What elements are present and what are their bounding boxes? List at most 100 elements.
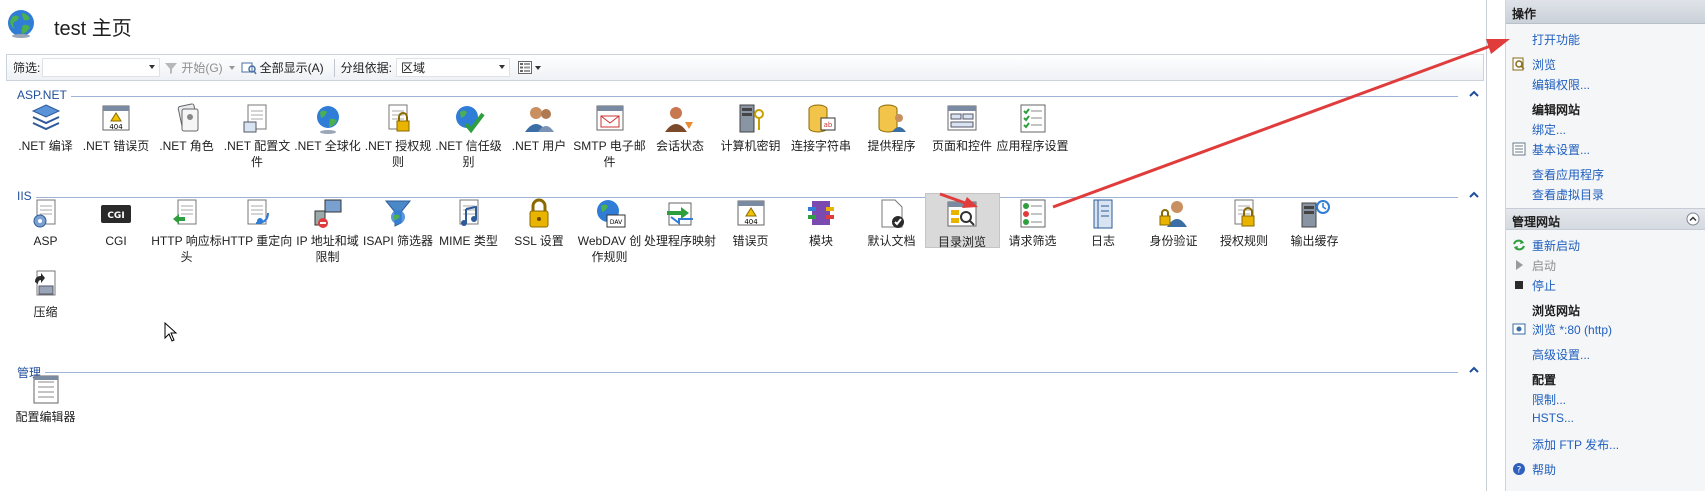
chevron-down-icon[interactable]: [228, 65, 235, 70]
feature-iis-12[interactable]: 默认文档: [854, 193, 929, 281]
collapse-icon[interactable]: [1686, 212, 1700, 226]
stop-link[interactable]: 停止: [1532, 277, 1556, 294]
feature-aspnet-10[interactable]: 计算机密钥: [713, 98, 788, 186]
users-icon: [525, 107, 554, 132]
globe-icon: [316, 106, 339, 134]
feature-label: .NET 角色: [159, 139, 214, 153]
manage-site-section[interactable]: 管理网站: [1506, 208, 1705, 230]
feature-aspnet-14[interactable]: 应用程序设置: [995, 98, 1070, 186]
basic-settings-link[interactable]: 基本设置...: [1532, 141, 1590, 158]
start-label: 开始(G): [181, 61, 223, 75]
advanced-settings-link[interactable]: 高级设置...: [1532, 346, 1590, 363]
feature-iis-5[interactable]: ISAPI 筛选器: [361, 193, 436, 281]
feature-aspnet-7[interactable]: .NET 用户: [502, 98, 577, 186]
redirect-icon: [247, 199, 269, 225]
chevron-up-icon[interactable]: [1468, 364, 1480, 376]
hsts-link[interactable]: HSTS...: [1532, 411, 1574, 425]
browse-port80-link[interactable]: 浏览 *:80 (http): [1532, 321, 1612, 338]
feature-aspnet-2[interactable]: .NET 角色: [149, 98, 224, 186]
view-icon: [518, 61, 533, 74]
feature-label: 计算机密钥: [720, 139, 781, 153]
actions-title: 操作: [1506, 0, 1705, 24]
lock-page-icon: [388, 104, 410, 132]
feature-label: 模块: [808, 234, 833, 248]
main-panel: test 主页 筛选: 开始(G) 全部显示(A) 分组依据: 区域 ASP.N…: [0, 0, 1487, 491]
toolbar-divider: [333, 58, 335, 77]
authorization-icon: [1234, 199, 1255, 227]
default-doc-icon: [881, 199, 904, 228]
settings-page-icon: [1512, 142, 1526, 156]
bindings-link[interactable]: 绑定...: [1532, 121, 1566, 138]
feature-aspnet-8[interactable]: SMTP 电子邮件: [572, 98, 647, 186]
start-link: 启动: [1532, 259, 1557, 273]
help-link[interactable]: 帮助: [1532, 461, 1556, 478]
show-all-button[interactable]: 全部显示(A): [237, 57, 328, 78]
view-virtual-dirs-link[interactable]: 查看虚拟目录: [1532, 186, 1604, 203]
view-applications-link[interactable]: 查看应用程序: [1532, 166, 1604, 183]
svg-text:DAV: DAV: [609, 219, 622, 226]
feature-iis-8[interactable]: DAV WebDAV 创作规则: [572, 193, 647, 281]
actions-pane: 操作 打开功能 浏览 编辑权限... 编辑网站 绑定... 基本设置... 查看…: [1505, 0, 1705, 491]
feature-iis-16[interactable]: 身份验证: [1136, 193, 1211, 281]
feature-label: 压缩: [33, 305, 58, 319]
compression-icon: [34, 270, 55, 296]
feature-aspnet-11[interactable]: ab 连接字符串: [784, 98, 859, 186]
edit-permissions-link[interactable]: 编辑权限...: [1532, 76, 1590, 93]
add-ftp-link[interactable]: 添加 FTP 发布...: [1532, 436, 1619, 453]
lock-icon: [529, 198, 549, 228]
feature-iis-18[interactable]: 输出缓存: [1277, 193, 1352, 281]
feature-aspnet-12[interactable]: 提供程序: [854, 98, 929, 186]
feature-iis-17[interactable]: 授权规则: [1207, 193, 1282, 281]
feature-label: .NET 用户: [511, 139, 567, 153]
feature-aspnet-3[interactable]: .NET 配置文件: [220, 98, 295, 186]
help-icon: ?: [1513, 463, 1525, 476]
email-icon: [596, 105, 623, 131]
group-by-select[interactable]: 区域: [396, 58, 511, 77]
feature-iis-1[interactable]: CGI CGI: [79, 193, 154, 281]
feature-iis-13[interactable]: 目录浏览: [924, 193, 1000, 249]
feature-aspnet-5[interactable]: .NET 授权规则: [361, 98, 436, 186]
feature-label: 配置编辑器: [15, 410, 76, 424]
feature-aspnet-9[interactable]: 会话状态: [643, 98, 718, 186]
open-feature-link[interactable]: 打开功能: [1532, 31, 1580, 48]
view-mode-button[interactable]: [514, 57, 545, 78]
chevron-up-icon[interactable]: [1468, 189, 1480, 201]
feature-label: ISAPI 筛选器: [362, 234, 433, 248]
feature-label: IP 地址和域限制: [296, 234, 359, 264]
feature-aspnet-6[interactable]: .NET 信任级别: [431, 98, 506, 186]
filter-label: 筛选:: [13, 61, 41, 75]
feature-aspnet-1[interactable]: 404 .NET 错误页: [79, 98, 154, 186]
feature-iis-9[interactable]: 处理程序映射: [643, 193, 718, 281]
feature-aspnet-4[interactable]: .NET 全球化: [290, 98, 365, 186]
feature-iis-6[interactable]: MIME 类型: [431, 193, 506, 281]
restart-link[interactable]: 重新启动: [1532, 237, 1580, 254]
browse-link[interactable]: 浏览: [1532, 56, 1556, 73]
trust-globe-icon: [455, 106, 485, 134]
group-by-label: 分组依据:: [340, 61, 393, 75]
iis-manager-window: test 主页 筛选: 开始(G) 全部显示(A) 分组依据: 区域 ASP.N…: [0, 0, 1705, 491]
section-manage[interactable]: 管理: [17, 364, 1480, 381]
filter-input[interactable]: [42, 58, 161, 77]
session-icon: [665, 107, 693, 132]
feature-label: 应用程序设置: [996, 139, 1069, 153]
feature-iis-10[interactable]: 404 错误页: [713, 193, 788, 281]
feature-aspnet-0[interactable]: .NET 编译: [8, 98, 83, 186]
feature-label: .NET 全球化: [294, 139, 361, 153]
chevron-up-icon[interactable]: [1468, 88, 1480, 100]
feature-iis-3[interactable]: HTTP 重定向: [220, 193, 295, 281]
handler-icon: [667, 202, 693, 226]
feature-iis-4[interactable]: IP 地址和域限制: [290, 193, 365, 281]
feature-iis-11[interactable]: 模块: [784, 193, 859, 281]
browse-site-heading: 浏览网站: [1532, 304, 1581, 318]
feature-manage-0[interactable]: 配置编辑器: [8, 369, 83, 457]
feature-aspnet-13[interactable]: 页面和控件: [925, 98, 1000, 186]
feature-iis-7[interactable]: SSL 设置: [502, 193, 577, 281]
feature-iis-15[interactable]: 日志: [1066, 193, 1141, 281]
feature-label: SSL 设置: [514, 234, 564, 248]
start-filter-button[interactable]: 开始(G): [160, 57, 226, 78]
feature-iis-14[interactable]: 请求筛选: [995, 193, 1070, 281]
feature-label: 连接字符串: [790, 139, 851, 153]
feature-iis-19[interactable]: 压缩: [8, 264, 83, 352]
feature-iis-2[interactable]: HTTP 响应标头: [149, 193, 224, 281]
limits-link[interactable]: 限制...: [1532, 391, 1566, 408]
